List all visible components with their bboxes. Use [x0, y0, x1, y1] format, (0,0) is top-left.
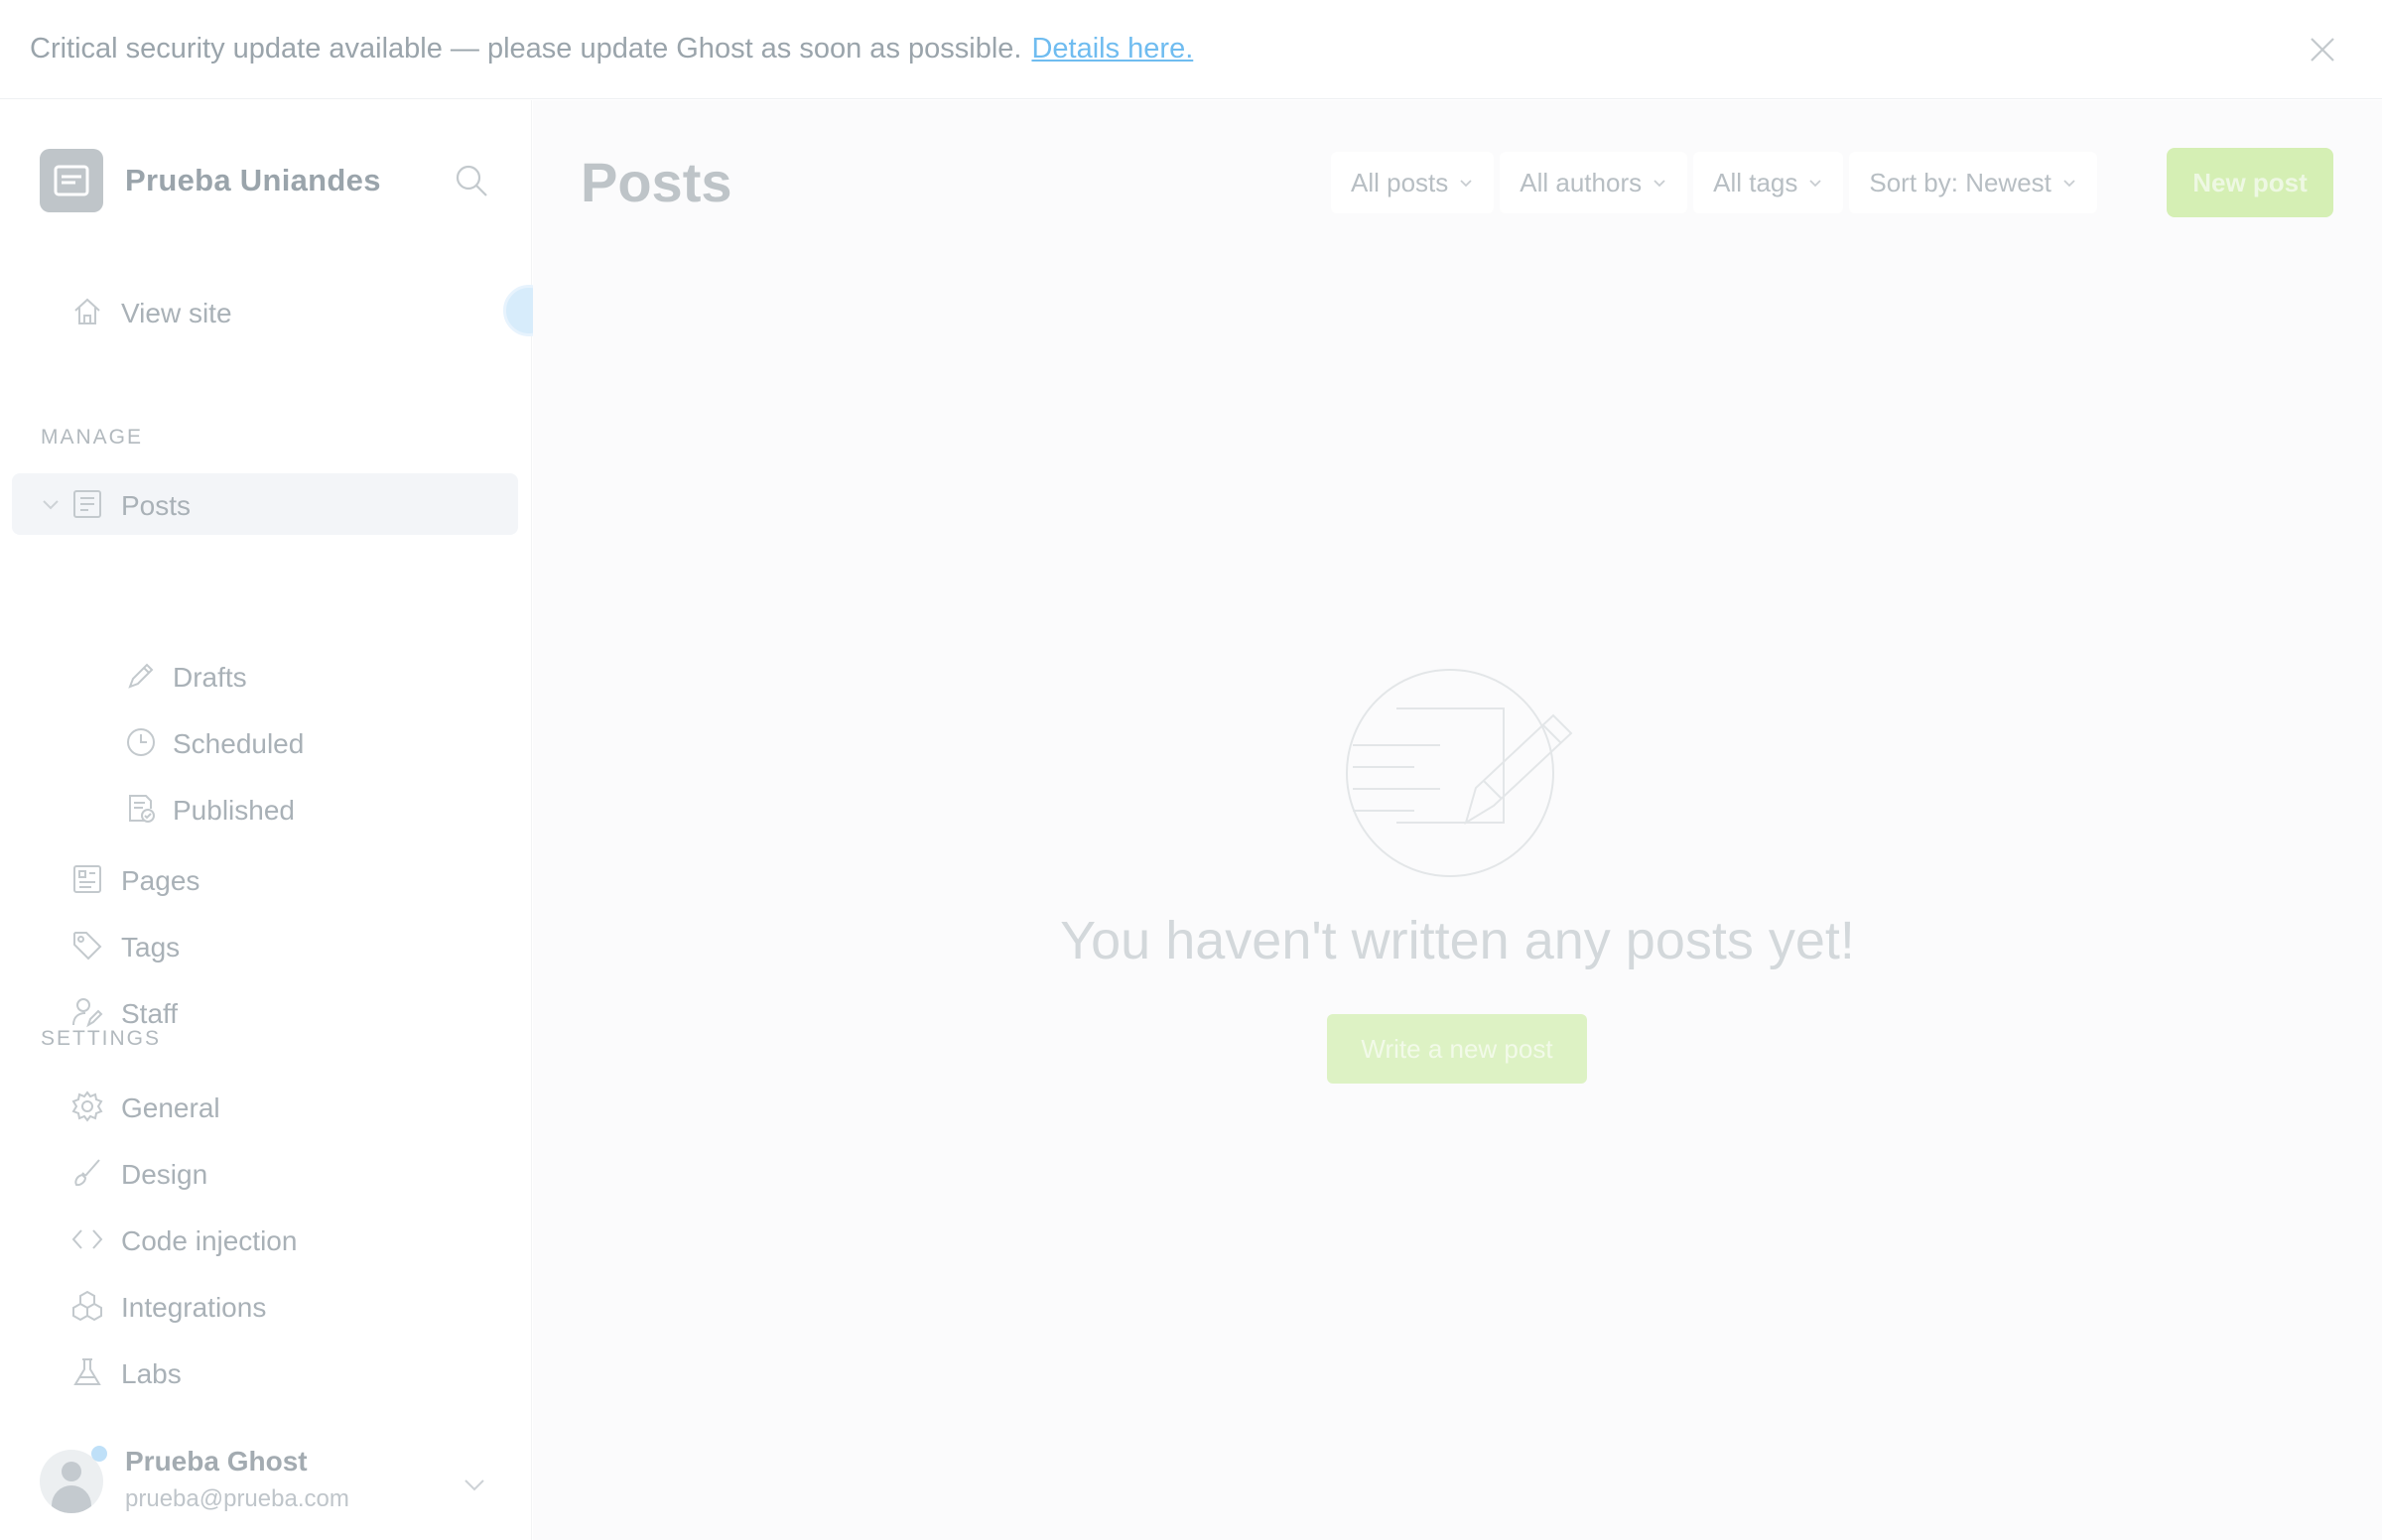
brush-icon	[74, 1159, 100, 1187]
post-filters: All posts All authors All tags Sort by: …	[1331, 152, 2103, 213]
chevron-down-icon	[1809, 180, 1822, 188]
sort-order[interactable]: Sort by: Newest	[1849, 152, 2097, 213]
staff-icon	[72, 998, 103, 1028]
nav-published-label: Published	[173, 795, 295, 826]
nav-published[interactable]: Published	[12, 778, 518, 839]
chevron-down-icon	[1460, 180, 1472, 188]
chevron-down-icon	[43, 500, 59, 510]
chevron-down-icon	[2063, 180, 2075, 188]
pages-icon	[73, 865, 101, 893]
user-menu[interactable]: Prueba Ghost prueba@prueba.com	[40, 1442, 506, 1521]
notification-dot	[91, 1446, 107, 1462]
nav-general[interactable]: General	[12, 1076, 518, 1137]
nav-integrations[interactable]: Integrations	[12, 1275, 518, 1337]
nav-scheduled[interactable]: Scheduled	[12, 711, 518, 773]
close-icon	[2311, 38, 2334, 62]
pencil-icon	[128, 663, 154, 689]
empty-posts-illustration	[1346, 669, 1573, 877]
nav-labs[interactable]: Labs	[12, 1342, 518, 1403]
page-title: Posts	[581, 151, 732, 213]
nav-integrations-label: Integrations	[121, 1292, 267, 1323]
banner-details-link[interactable]: Details here.	[1031, 33, 1193, 65]
user-email: prueba@prueba.com	[125, 1485, 349, 1512]
nav-drafts[interactable]: Drafts	[12, 645, 518, 706]
empty-state-message: You haven't written any posts yet!	[1060, 911, 1855, 970]
nav-code-injection[interactable]: Code injection	[12, 1209, 518, 1270]
nav-posts[interactable]: Posts	[12, 473, 518, 535]
nav-pages-label: Pages	[121, 865, 200, 896]
home-icon	[74, 298, 100, 324]
sidebar: Prueba Uniandes View site MANAGE Posts D…	[0, 100, 555, 1540]
filter-tag[interactable]: All tags	[1693, 152, 1844, 213]
chevron-down-icon	[464, 1479, 484, 1491]
site-name: Prueba Uniandes	[125, 163, 381, 197]
integrations-icon	[72, 1290, 102, 1322]
filter-post-type-label: All posts	[1351, 167, 1449, 197]
code-icon	[71, 1229, 103, 1249]
filter-author[interactable]: All authors	[1500, 152, 1688, 213]
flask-icon	[73, 1358, 101, 1385]
sort-order-label: Sort by: Newest	[1869, 167, 2051, 197]
nav-view-site-label: View site	[121, 298, 232, 328]
new-post-button[interactable]: New post	[2167, 148, 2333, 217]
search-button[interactable]	[455, 164, 488, 202]
nav-staff-label: Staff	[121, 998, 179, 1029]
manage-heading: MANAGE	[41, 426, 144, 449]
nav-drafts-label: Drafts	[173, 662, 247, 693]
nav-tags[interactable]: Tags	[12, 915, 518, 976]
security-update-banner: Critical security update available — ple…	[0, 0, 2382, 99]
filter-author-label: All authors	[1520, 167, 1643, 197]
banner-close-button[interactable]	[2303, 30, 2342, 69]
chevron-down-icon	[1654, 180, 1665, 188]
nav-labs-label: Labs	[121, 1358, 182, 1389]
filter-tag-label: All tags	[1713, 167, 1798, 197]
nav-pages[interactable]: Pages	[12, 848, 518, 910]
nav-posts-label: Posts	[121, 490, 192, 521]
clock-icon	[127, 728, 155, 756]
nav-scheduled-label: Scheduled	[173, 728, 305, 759]
nav-general-label: General	[121, 1092, 220, 1123]
tag-icon	[73, 932, 102, 961]
gear-icon	[71, 1091, 103, 1122]
main-content: Posts All posts All authors All tags Sor…	[533, 100, 2382, 1540]
brand[interactable]: Prueba Uniandes	[40, 149, 381, 212]
nav-code-injection-label: Code injection	[121, 1225, 298, 1256]
user-name: Prueba Ghost	[125, 1446, 308, 1476]
banner-text: Critical security update available — ple…	[30, 33, 1022, 64]
posts-icon	[73, 490, 101, 518]
settings-heading: SETTINGS	[41, 1027, 162, 1050]
nav-view-site[interactable]: View site	[12, 281, 518, 342]
published-icon	[129, 795, 155, 823]
nav-design[interactable]: Design	[12, 1142, 518, 1204]
nav-design-label: Design	[121, 1159, 208, 1190]
site-logo	[40, 149, 103, 212]
filter-post-type[interactable]: All posts	[1331, 152, 1495, 213]
nav-tags-label: Tags	[121, 932, 181, 962]
search-icon	[456, 165, 487, 196]
write-new-post-button[interactable]: Write a new post	[1327, 1014, 1587, 1084]
